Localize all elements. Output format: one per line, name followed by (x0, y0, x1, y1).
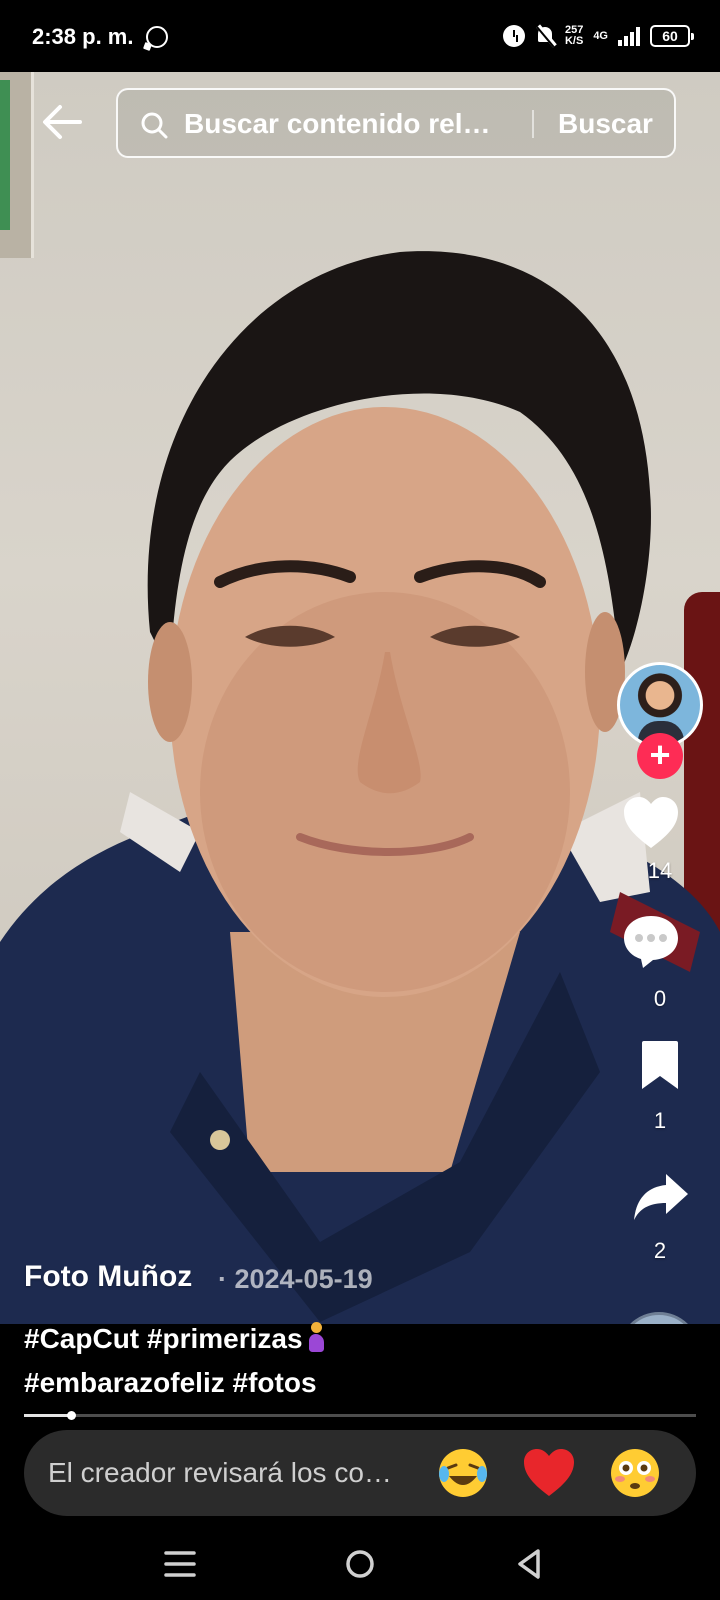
alarm-icon (502, 25, 525, 47)
comment-count: 0 (653, 986, 667, 1011)
follow-plus-button[interactable]: + (637, 733, 683, 779)
search-bar[interactable]: Buscar contenido rel… Buscar (116, 88, 676, 158)
comment-input[interactable]: El creador revisará los co… (48, 1457, 392, 1489)
search-button[interactable]: Buscar (558, 108, 653, 140)
progress-fill (24, 1414, 71, 1417)
video-progress-bar[interactable] (24, 1411, 696, 1420)
like-heart-icon[interactable] (622, 796, 680, 850)
comment-input-bar[interactable]: El creador revisará los co… (24, 1430, 696, 1516)
whatsapp-icon (146, 26, 168, 48)
network-speed: 257 K/S (565, 25, 583, 47)
network-type: 4G (593, 29, 608, 42)
home-icon[interactable] (338, 1544, 382, 1584)
menu-icon[interactable] (158, 1544, 202, 1584)
comment-bubble-icon[interactable] (622, 914, 680, 970)
back-arrow-icon[interactable] (40, 102, 84, 142)
save-count: 1 (653, 1108, 667, 1133)
video-player[interactable] (0, 72, 720, 1324)
system-nav-bar (0, 1530, 720, 1600)
back-icon[interactable] (508, 1544, 552, 1584)
laughing-tears-emoji[interactable] (436, 1446, 490, 1500)
search-input[interactable]: Buscar contenido rel… (184, 108, 491, 140)
progress-knob[interactable] (67, 1411, 76, 1420)
author-name[interactable]: Foto Muñoz (24, 1260, 192, 1294)
flushed-face-emoji[interactable] (608, 1446, 662, 1500)
hashtags-line-2[interactable]: #embarazofeliz #fotos (24, 1367, 317, 1399)
signal-icon (618, 26, 640, 46)
pregnant-woman-emoji (307, 1322, 325, 1352)
search-icon (141, 112, 168, 139)
status-bar: 2:38 p. m. 257 K/S 4G 60 (0, 0, 720, 72)
red-heart-emoji[interactable] (522, 1446, 576, 1500)
search-divider (532, 110, 534, 138)
share-arrow-icon[interactable] (632, 1172, 690, 1222)
like-count: 14 (647, 858, 673, 883)
network-speed-unit: K/S (564, 35, 584, 47)
bookmark-icon[interactable] (638, 1040, 682, 1092)
battery-level: 60 (662, 28, 678, 44)
mute-bell-icon (535, 25, 555, 47)
video-frame-person (0, 251, 720, 1324)
share-count: 2 (653, 1238, 667, 1263)
post-date: · 2024-05-19 (218, 1264, 373, 1294)
battery-icon: 60 (650, 25, 694, 47)
hashtags-line-1[interactable]: #CapCut #primerizas (24, 1322, 325, 1355)
status-icons: 257 K/S 4G 60 (502, 20, 694, 52)
status-time: 2:38 p. m. (32, 24, 134, 49)
hashtags-text-1[interactable]: #CapCut #primerizas (24, 1323, 303, 1354)
